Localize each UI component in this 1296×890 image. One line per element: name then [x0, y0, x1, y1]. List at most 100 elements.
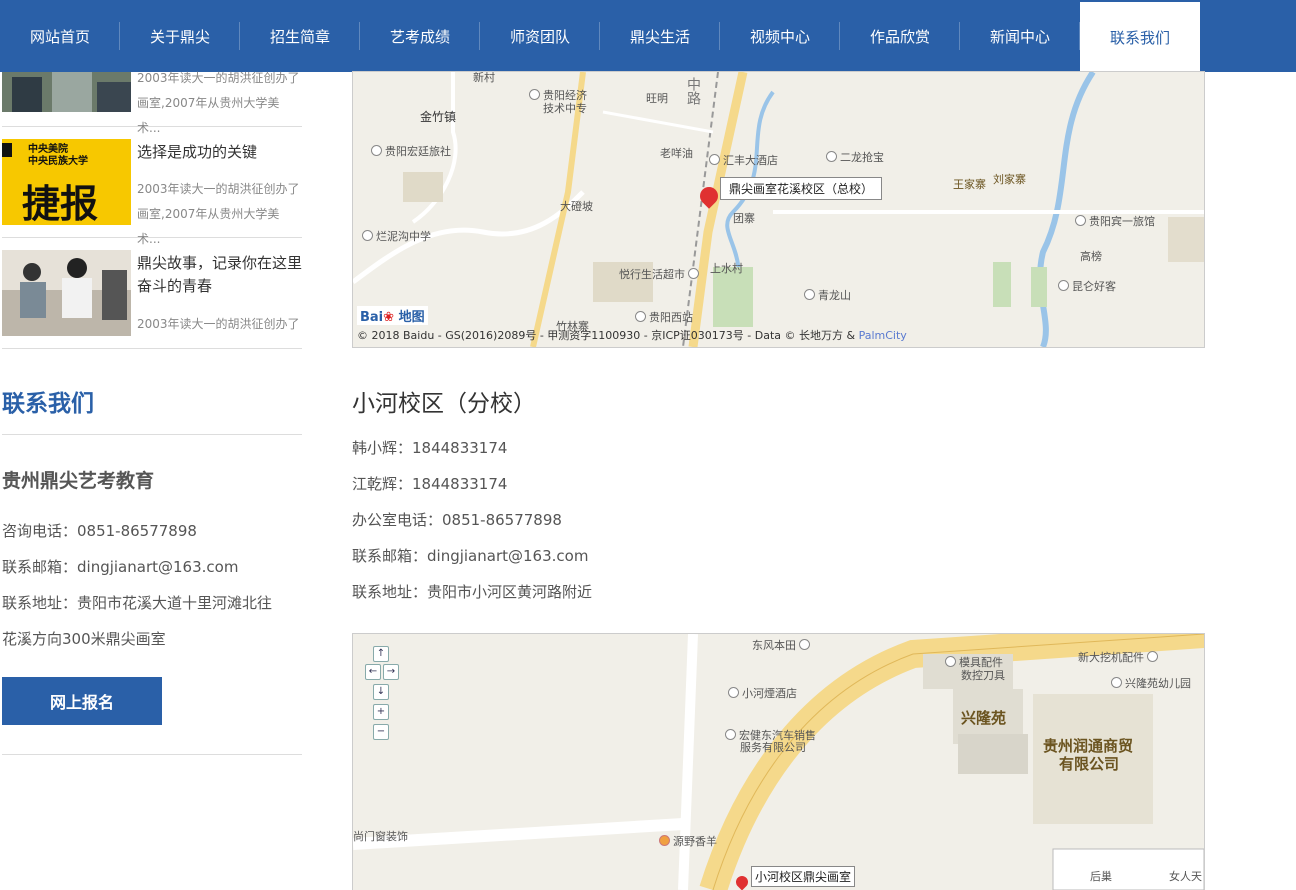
map-label-text: 新大挖机配件	[1078, 651, 1144, 664]
nav-item[interactable]: 招生简章	[240, 0, 360, 72]
map-label-text: 东风本田	[752, 639, 796, 652]
map-label-text: 源野香羊	[673, 835, 717, 848]
map-label: 高榜	[1080, 250, 1102, 263]
map-label: 东风本田	[752, 637, 813, 653]
map-label: 刘家寨	[993, 173, 1026, 186]
map-label: 悦行生活超市	[619, 266, 702, 282]
map-label: 服务有限公司	[740, 741, 806, 754]
map-label: 源野香羊	[659, 833, 717, 849]
contact-phone: 咨询电话：0851-86577898	[2, 522, 197, 540]
map-label: 贵阳西站	[635, 309, 693, 325]
map-base	[353, 72, 1204, 347]
map-marker-label[interactable]: 小河校区鼎尖画室	[751, 866, 856, 887]
map-label-text: 贵阳西站	[649, 311, 693, 324]
news-desc-line: 2003年读大一的胡洪征创办了	[137, 71, 300, 85]
map-label: 汇丰大酒店	[709, 152, 778, 168]
news-title[interactable]: 选择是成功的关键	[137, 141, 302, 164]
map-label-text: 小河煙酒店	[742, 687, 797, 700]
copyright-text: © 2018 Baidu - GS(2016)2089号 - 甲测资字11009…	[357, 329, 856, 342]
contact-heading: 联系我们	[2, 391, 94, 417]
nav-item[interactable]: 鼎尖生活	[600, 0, 720, 72]
contact-line: 办公室电话：0851-86577898	[352, 511, 562, 529]
campus-title: 小河校区（分校）	[352, 391, 536, 417]
news-item[interactable]: 2003年读大一的胡洪征创办了 画室,2007年从贵州大学美术...	[2, 71, 302, 135]
nav-item[interactable]: 新闻中心	[960, 0, 1080, 72]
pan-down-button[interactable]: ↓	[373, 684, 389, 700]
map-label: 后巢	[1090, 870, 1112, 883]
zoom-in-button[interactable]: +	[373, 704, 389, 720]
map-label: 大磴坡	[560, 200, 593, 213]
map-label: 小河煙酒店	[728, 685, 797, 701]
map-label: 老咩油	[660, 147, 693, 160]
news-thumbnail[interactable]	[2, 250, 131, 336]
divider	[2, 754, 302, 755]
news-thumbnail[interactable]: 中央美院 中央民族大学 捷报	[2, 139, 131, 225]
map-label: 兴隆苑	[961, 709, 1007, 727]
contact-line: 联系邮箱：dingjianart@163.com	[352, 547, 589, 565]
pan-left-button[interactable]: ←	[365, 664, 381, 680]
map-label: 兴隆苑幼儿园	[1111, 675, 1191, 691]
nav-item[interactable]: 视频中心	[720, 0, 840, 72]
map-label: 青龙山	[804, 287, 851, 303]
pan-right-button[interactable]: →	[383, 664, 399, 680]
news-thumbnail[interactable]	[2, 72, 131, 112]
nav-item[interactable]: 师资团队	[480, 0, 600, 72]
map-label: 新村	[473, 71, 495, 84]
palmcity-link[interactable]: PalmCity	[859, 329, 907, 342]
news-desc-line: 2003年读大一的胡洪征创办了	[137, 317, 300, 331]
map-label: 有限公司	[1059, 755, 1120, 773]
map-label: 团寨	[733, 212, 755, 225]
left-column: 2003年读大一的胡洪征创办了 画室,2007年从贵州大学美术... 中央美院 …	[2, 71, 302, 755]
contact-line: 韩小辉：1844833174	[352, 439, 508, 457]
map-label-text: 贵阳宏廷旅社	[385, 145, 451, 158]
nav-item[interactable]: 网站首页	[0, 0, 120, 72]
map-label: 中路	[685, 77, 701, 105]
thumb-line: 中央民族大学	[28, 156, 88, 167]
nav-item[interactable]: 联系我们	[1080, 0, 1200, 72]
map-huaxi[interactable]: 新村 金竹镇 贵阳经济 技术中专 旺明 中路 贵阳宏廷旅社 老咩油 汇丰大酒店 …	[352, 71, 1205, 348]
map-label: 新大挖机配件	[1078, 649, 1161, 665]
map-label: 上水村	[710, 262, 743, 275]
map-label: 技术中专	[543, 102, 587, 115]
org-name: 贵州鼎尖艺考教育	[2, 470, 155, 492]
contact-line: 江乾辉：1844833174	[352, 475, 508, 493]
map-marker-label[interactable]: 鼎尖画室花溪校区（总校）	[720, 177, 883, 200]
map-label-text: 烂泥沟中学	[376, 230, 431, 243]
map-label: 贵阳宏廷旅社	[371, 143, 451, 159]
map-label-text: 贵阳宾一旅馆	[1089, 215, 1155, 228]
map-label: 女人天	[1169, 870, 1202, 883]
news-desc-line: 2003年读大一的胡洪征创办了	[137, 182, 300, 196]
nav-item[interactable]: 作品欣赏	[840, 0, 960, 72]
map-label: 昆仑好客	[1058, 278, 1116, 294]
contact-address: 联系地址：贵阳市花溪大道十里河滩北往	[2, 594, 273, 612]
signup-button[interactable]: 网上报名	[2, 677, 162, 725]
map-label: 王家寨	[953, 178, 986, 191]
zoom-out-button[interactable]: −	[373, 724, 389, 740]
quote-mark-icon	[2, 143, 12, 157]
map-label-text: 青龙山	[818, 289, 851, 302]
map-label-text: 二龙抢宝	[840, 151, 884, 164]
map-label: 二龙抢宝	[826, 149, 884, 165]
news-item[interactable]: 鼎尖故事，记录你在这里奋斗的青春 2003年读大一的胡洪征创办了	[2, 238, 302, 349]
thumb-caption: 中央美院 中央民族大学	[28, 144, 88, 168]
pan-up-button[interactable]: ↑	[373, 646, 389, 662]
news-item[interactable]: 中央美院 中央民族大学 捷报 选择是成功的关键 2003年读大一的胡洪征创办了 …	[2, 127, 302, 246]
contact-email: 联系邮箱：dingjianart@163.com	[2, 558, 239, 576]
map-label: 贵阳宾一旅馆	[1075, 213, 1155, 229]
map-label: 金竹镇	[420, 110, 457, 124]
contact-line: 联系地址：贵阳市小河区黄河路附近	[352, 583, 593, 601]
baidu-logo: Bai❀ 地图	[357, 306, 428, 325]
nav-item[interactable]: 艺考成绩	[360, 0, 480, 72]
map-label-text: 悦行生活超市	[619, 268, 685, 281]
map-copyright: © 2018 Baidu - GS(2016)2089号 - 甲测资字11009…	[357, 327, 907, 343]
divider	[2, 434, 302, 435]
nav-item[interactable]: 关于鼎尖	[120, 0, 240, 72]
thumb-line: 中央美院	[28, 144, 68, 155]
map-label: 旺明	[646, 92, 668, 105]
map-xiaohe[interactable]: ↑ ← → ↓ + − 东风本田 小河煙酒店 宏健东汽车销售 服务有限公司 模具…	[352, 633, 1205, 890]
map-label: 尚门窗装饰	[353, 830, 408, 843]
map-label: 数控刀具	[961, 669, 1005, 682]
map-label-text: 汇丰大酒店	[723, 154, 778, 167]
news-title[interactable]: 鼎尖故事，记录你在这里奋斗的青春	[137, 252, 302, 298]
contact-address-cont: 花溪方向300米鼎尖画室	[2, 630, 166, 648]
